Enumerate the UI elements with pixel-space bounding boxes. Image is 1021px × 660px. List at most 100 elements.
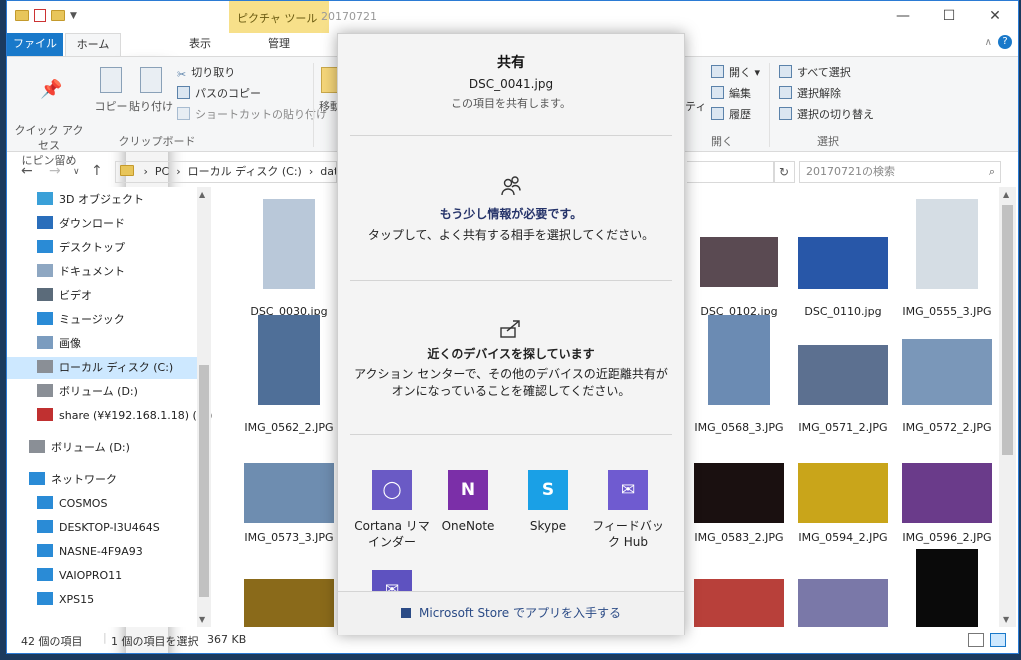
file-item[interactable] — [895, 549, 999, 627]
nav-item[interactable]: VAIOPRO11 — [37, 565, 122, 587]
address-bar-end[interactable] — [687, 161, 775, 183]
address-bar[interactable]: › PC › ローカル ディスク (C:) › data — [115, 161, 337, 183]
tab-home[interactable]: ホーム — [65, 33, 121, 56]
content-scrollbar[interactable]: ▲ ▼ — [999, 187, 1016, 627]
file-item[interactable]: IMG_0568_3.JPG — [687, 315, 791, 434]
scroll-up-icon[interactable]: ▲ — [1003, 190, 1009, 199]
title-bar: ▼ ピクチャ ツール 20170721 — ☐ ✕ — [7, 1, 1018, 33]
paste-shortcut-button[interactable]: ショートカットの貼り付け — [177, 105, 327, 125]
thumbnail-image — [694, 579, 784, 627]
nav-item[interactable]: XPS15 — [37, 589, 94, 611]
nav-scroll-thumb[interactable] — [199, 365, 209, 597]
history-button[interactable]: 履歴 — [711, 105, 751, 125]
file-item[interactable]: IMG_0594_2.JPG — [791, 463, 895, 544]
nav-scrollbar[interactable]: ▲ ▼ — [197, 187, 211, 627]
nav-item[interactable]: ミュージック — [37, 309, 125, 331]
nav-item[interactable]: ローカル ディスク (C:) — [7, 357, 205, 379]
tab-manage[interactable]: 管理 — [229, 33, 329, 56]
thumbnail-image — [708, 315, 770, 405]
back-arrow-icon[interactable]: ← — [21, 163, 33, 179]
invert-selection-button[interactable]: 選択の切り替え — [779, 105, 874, 125]
cut-label: 切り取り — [191, 66, 236, 79]
refresh-icon[interactable]: ↻ — [773, 161, 795, 183]
store-link[interactable]: Microsoft Store でアプリを入手する — [338, 591, 684, 635]
recent-chevron-icon[interactable]: ∨ — [73, 167, 80, 177]
nav-item[interactable]: COSMOS — [37, 493, 107, 515]
content-scroll-thumb[interactable] — [1002, 205, 1013, 455]
pin-icon: 📌 — [40, 79, 63, 100]
cut-button[interactable]: ✂ 切り取り — [177, 63, 235, 83]
file-name: IMG_0572_2.JPG — [902, 421, 992, 434]
properties-button[interactable]: ティ — [685, 97, 706, 117]
nav-item[interactable]: デスクトップ — [37, 237, 125, 259]
scroll-up-icon[interactable]: ▲ — [199, 190, 205, 199]
share-app[interactable]: ✉ フィードバック Hub — [590, 470, 666, 550]
share-app-label: Cortana リマインダー — [354, 519, 430, 549]
nav-item[interactable]: DESKTOP-I3U464S — [37, 517, 160, 539]
pin-quick-access-button[interactable]: 📌 クイック アクセス にピン留め — [11, 67, 87, 168]
share-app[interactable]: N OneNote — [430, 470, 506, 534]
new-folder-icon[interactable] — [51, 10, 65, 21]
file-item[interactable] — [791, 579, 895, 627]
details-view-icon[interactable] — [968, 633, 984, 647]
forward-arrow-icon[interactable]: → — [49, 163, 61, 179]
maximize-icon[interactable]: ☐ — [926, 1, 972, 31]
nav-item-label: 3D オブジェクト — [59, 193, 144, 206]
open-icon — [711, 65, 724, 78]
nav-item[interactable]: 3D オブジェクト — [37, 189, 144, 211]
breadcrumb-local-disk[interactable]: ローカル ディスク (C:) — [188, 165, 302, 178]
people-heading[interactable]: もう少し情報が必要です。 — [338, 205, 684, 222]
selection-size: 367 KB — [207, 633, 247, 646]
edit-button[interactable]: 編集 — [711, 84, 751, 104]
share-app[interactable]: ◯ Cortana リマインダー — [354, 470, 430, 550]
nav-item[interactable]: NASNE-4F9A93 — [37, 541, 143, 563]
large-icons-view-icon[interactable] — [990, 633, 1006, 647]
search-box[interactable]: 20170721の検索 ⌕ — [799, 161, 1001, 183]
nav-item[interactable]: ダウンロード — [37, 213, 125, 235]
nav-item[interactable]: ビデオ — [37, 285, 92, 307]
file-item[interactable]: DSC_0110.jpg — [791, 237, 895, 318]
file-item[interactable] — [237, 579, 341, 627]
ribbon-collapse-icon[interactable]: ∧ — [985, 37, 992, 48]
breadcrumb-data[interactable]: data — [320, 165, 336, 178]
thumbnail-image — [798, 345, 888, 405]
minimize-icon[interactable]: — — [880, 1, 926, 31]
scroll-down-icon[interactable]: ▼ — [1003, 615, 1009, 624]
select-none-button[interactable]: 選択解除 — [779, 84, 841, 104]
folder-icon — [120, 165, 134, 176]
file-item[interactable]: IMG_0572_2.JPG — [895, 339, 999, 434]
file-item[interactable]: DSC_0102.jpg — [687, 237, 791, 318]
share-app[interactable]: ✉ — [354, 570, 430, 592]
help-icon[interactable]: ? — [998, 35, 1012, 49]
folder-icon[interactable] — [15, 10, 29, 21]
file-item[interactable]: DSC_0030.jpg — [237, 199, 341, 318]
up-arrow-icon[interactable]: ↑ — [91, 163, 103, 179]
nav-item[interactable]: ドキュメント — [37, 261, 125, 283]
share-app[interactable]: S Skype — [510, 470, 586, 534]
file-item[interactable] — [687, 579, 791, 627]
nav-item[interactable]: ネットワーク — [29, 469, 117, 491]
file-item[interactable]: IMG_0596_2.JPG — [895, 463, 999, 544]
ribbon-divider — [313, 63, 314, 147]
paste-button[interactable]: 貼り付け — [127, 67, 175, 114]
file-item[interactable]: IMG_0573_3.JPG — [237, 463, 341, 544]
file-item[interactable]: IMG_0571_2.JPG — [791, 345, 895, 434]
file-item[interactable]: IMG_0555_3.JPG — [895, 199, 999, 318]
copy-path-button[interactable]: パスのコピー — [177, 84, 261, 104]
nav-item[interactable]: ボリューム (D:) — [29, 437, 130, 459]
file-item[interactable]: IMG_0583_2.JPG — [687, 463, 791, 544]
select-all-button[interactable]: すべて選択 — [779, 63, 851, 83]
chevron-down-icon[interactable]: ▼ — [70, 11, 77, 21]
nav-item[interactable]: ボリューム (D:) — [37, 381, 138, 403]
nav-item[interactable]: 画像 — [37, 333, 81, 355]
close-icon[interactable]: ✕ — [972, 1, 1018, 31]
breadcrumb-pc[interactable]: PC — [155, 165, 169, 178]
file-item[interactable]: IMG_0562_2.JPG — [237, 315, 341, 434]
scroll-down-icon[interactable]: ▼ — [199, 615, 205, 624]
tab-view[interactable]: 表示 — [177, 33, 223, 56]
open-button[interactable]: 開く ▾ — [711, 63, 760, 83]
nav-item[interactable]: share (¥¥192.168.1.18) (Z:) — [37, 405, 212, 427]
properties-icon[interactable] — [34, 9, 46, 22]
tab-file[interactable]: ファイル — [7, 33, 63, 56]
computer-icon — [37, 544, 53, 557]
